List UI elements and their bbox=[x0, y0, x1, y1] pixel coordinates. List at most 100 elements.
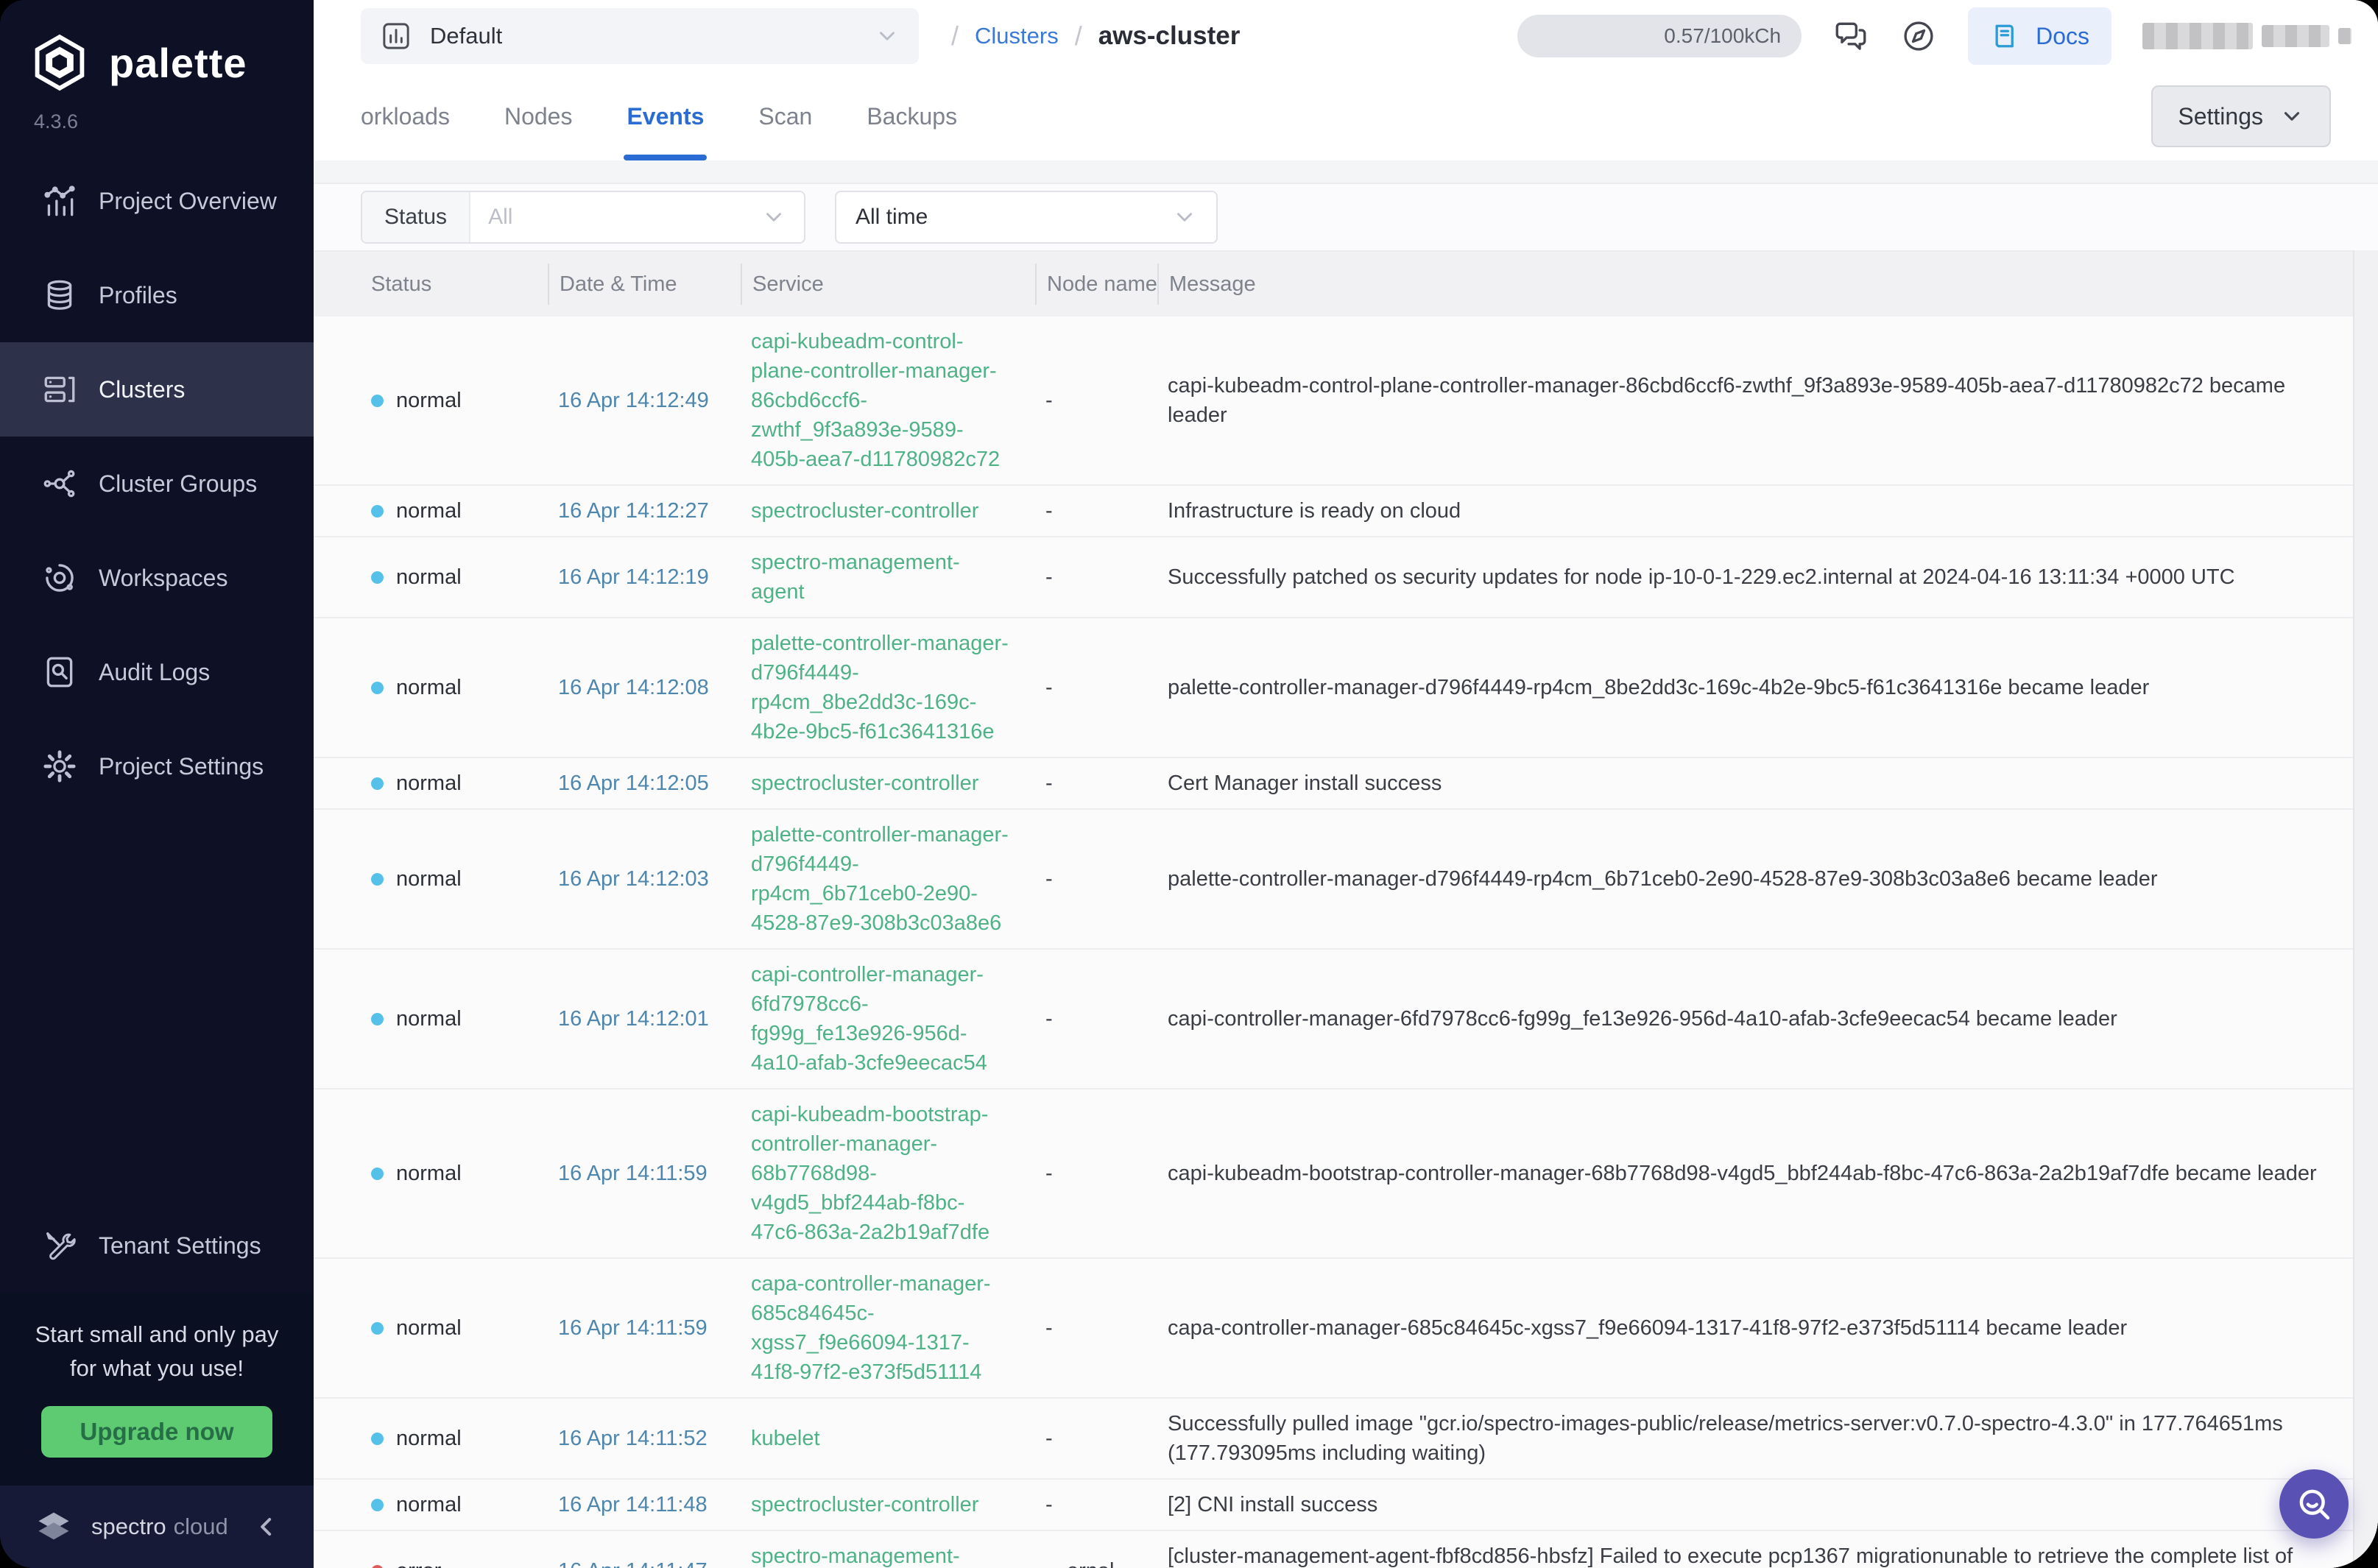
audit-logs-icon bbox=[41, 654, 78, 691]
project-selector[interactable]: Default bbox=[361, 8, 919, 64]
chevron-down-icon bbox=[761, 205, 786, 230]
sidebar-item-profiles[interactable]: Profiles bbox=[0, 248, 314, 342]
status-filter[interactable]: Status All bbox=[361, 191, 805, 244]
message-cell: capi-controller-manager-6fd7978cc6-fg99g… bbox=[1157, 1004, 2331, 1034]
table-row: normal16 Apr 14:11:59capa-controller-man… bbox=[314, 1259, 2378, 1399]
status-dot-icon bbox=[371, 395, 384, 407]
message-cell: Infrastructure is ready on cloud bbox=[1157, 496, 2331, 526]
status-dot-icon bbox=[371, 1013, 384, 1025]
cluster-groups-icon bbox=[41, 465, 78, 502]
column-header-status: Status bbox=[361, 264, 548, 305]
service-link[interactable]: spectro-management-agent bbox=[741, 1541, 1035, 1568]
sidebar-item-project-overview[interactable]: Project Overview bbox=[0, 154, 314, 248]
breadcrumb-link-clusters[interactable]: Clusters bbox=[975, 23, 1059, 49]
service-link[interactable]: capi-kubeadm-control-plane-controller-ma… bbox=[741, 327, 1035, 474]
service-link[interactable]: spectrocluster-controller bbox=[741, 496, 1035, 526]
palette-logo-icon bbox=[29, 32, 90, 93]
table-row: normal16 Apr 14:11:59capi-kubeadm-bootst… bbox=[314, 1090, 2378, 1259]
sidebar-item-tenant-settings[interactable]: Tenant Settings bbox=[0, 1198, 314, 1293]
table-row: normal16 Apr 14:12:27spectrocluster-cont… bbox=[314, 486, 2378, 537]
sidebar-item-project-settings[interactable]: Project Settings bbox=[0, 719, 314, 813]
tab-backups[interactable]: Backups bbox=[867, 72, 957, 160]
sidebar-item-workspaces[interactable]: Workspaces bbox=[0, 531, 314, 625]
status-label: normal bbox=[396, 673, 462, 702]
node-name-cell: - bbox=[1035, 1490, 1157, 1519]
service-link[interactable]: capa-controller-manager-685c84645c-xgss7… bbox=[741, 1269, 1035, 1387]
service-link[interactable]: capi-controller-manager-6fd7978cc6-fg99g… bbox=[741, 960, 1035, 1078]
footer-brand: spectrocloud bbox=[91, 1514, 228, 1540]
status-dot-icon bbox=[371, 571, 384, 584]
compass-icon[interactable] bbox=[1900, 18, 1937, 54]
sidebar-item-label: Project Overview bbox=[99, 188, 277, 215]
service-link[interactable]: palette-controller-manager-d796f4449-rp4… bbox=[741, 820, 1035, 938]
sidebar: palette 4.3.6 Project OverviewProfilesCl… bbox=[0, 0, 314, 1568]
tab-nodes[interactable]: Nodes bbox=[504, 72, 573, 160]
sidebar-item-clusters[interactable]: Clusters bbox=[0, 342, 314, 437]
status-cell: normal bbox=[361, 562, 548, 592]
node-name-cell: - bbox=[1035, 1004, 1157, 1034]
breadcrumb-current: aws-cluster bbox=[1098, 21, 1241, 51]
table-row: normal16 Apr 14:12:05spectrocluster-cont… bbox=[314, 758, 2378, 810]
user-menu[interactable] bbox=[2142, 23, 2351, 49]
tools-icon bbox=[41, 1227, 78, 1264]
date-cell: 16 Apr 14:11:59 bbox=[548, 1159, 741, 1188]
status-dot-icon bbox=[371, 777, 384, 790]
tab-orkloads[interactable]: orkloads bbox=[361, 72, 450, 160]
status-dot-icon bbox=[371, 505, 384, 518]
node-name-cell: - bbox=[1035, 386, 1157, 415]
service-link[interactable]: kubelet bbox=[741, 1424, 1035, 1453]
node-name-cell: - bbox=[1035, 1159, 1157, 1188]
status-label: normal bbox=[396, 1313, 462, 1343]
breadcrumb-separator: / bbox=[951, 21, 959, 52]
tab-events[interactable]: Events bbox=[627, 72, 704, 160]
date-cell: 16 Apr 14:12:03 bbox=[548, 864, 741, 894]
usage-badge: 0.57/100kCh bbox=[1517, 15, 1802, 57]
sidebar-item-cluster-groups[interactable]: Cluster Groups bbox=[0, 437, 314, 531]
status-cell: normal bbox=[361, 769, 548, 798]
sidebar-nav: Project Overview ProfilesClusters Cluster … bbox=[0, 154, 314, 813]
date-cell: 16 Apr 14:12:05 bbox=[548, 769, 741, 798]
sidebar-item-label: Cluster Groups bbox=[99, 470, 257, 498]
service-link[interactable]: spectrocluster-controller bbox=[741, 769, 1035, 798]
time-range-filter[interactable]: All time bbox=[835, 191, 1218, 244]
service-link[interactable]: spectro-management-agent bbox=[741, 548, 1035, 607]
sidebar-item-audit-logs[interactable]: Audit Logs bbox=[0, 625, 314, 719]
scrollbar-track[interactable] bbox=[2353, 250, 2378, 1568]
status-label: normal bbox=[396, 1490, 462, 1519]
message-cell: Successfully pulled image "gcr.io/spectr… bbox=[1157, 1409, 2331, 1468]
settings-button[interactable]: Settings bbox=[2151, 85, 2331, 147]
chat-icon[interactable] bbox=[1832, 18, 1869, 54]
table-row: normal16 Apr 14:11:48spectrocluster-cont… bbox=[314, 1480, 2378, 1531]
events-table-body: normal 16 Apr 14:12:49capi-kubeadm-contro… bbox=[314, 317, 2378, 1568]
service-link[interactable]: palette-controller-manager-d796f4449-rp4… bbox=[741, 629, 1035, 746]
service-link[interactable]: capi-kubeadm-bootstrap-controller-manage… bbox=[741, 1100, 1035, 1247]
date-cell: 16 Apr 14:12:01 bbox=[548, 1004, 741, 1034]
tab-scan[interactable]: Scan bbox=[758, 72, 812, 160]
table-row: normal16 Apr 14:12:01capi-controller-man… bbox=[314, 950, 2378, 1090]
status-label: normal bbox=[396, 562, 462, 592]
table-row: error16 Apr 14:11:47spectro-management-a… bbox=[314, 1531, 2378, 1568]
redacted-username bbox=[2142, 23, 2253, 49]
message-cell: Successfully patched os security updates… bbox=[1157, 562, 2331, 592]
docs-button[interactable]: Docs bbox=[1968, 7, 2111, 65]
date-cell: 16 Apr 14:12:49 bbox=[548, 386, 741, 415]
support-search-fab[interactable] bbox=[2279, 1469, 2349, 1539]
collapse-sidebar-icon[interactable] bbox=[252, 1512, 281, 1541]
message-cell: palette-controller-manager-d796f4449-rp4… bbox=[1157, 864, 2331, 894]
table-row: normal16 Apr 14:11:52kubelet-Successfull… bbox=[314, 1399, 2378, 1480]
message-cell: capi-kubeadm-bootstrap-controller-manage… bbox=[1157, 1159, 2331, 1188]
tabs: orkloads Nodes Events Scan Backups bbox=[361, 72, 957, 160]
upgrade-now-button[interactable]: Upgrade now bbox=[41, 1406, 272, 1458]
table-row: normal16 Apr 14:12:49capi-kubeadm-contro… bbox=[314, 317, 2378, 486]
service-link[interactable]: spectrocluster-controller bbox=[741, 1490, 1035, 1519]
status-dot-icon bbox=[371, 1565, 384, 1568]
project-settings-icon bbox=[41, 748, 78, 785]
table-header: Status Date & Time Service Node name Mes… bbox=[314, 252, 2378, 317]
profiles-icon bbox=[41, 277, 78, 314]
status-cell: error bbox=[361, 1556, 548, 1568]
sidebar-item-label: Project Settings bbox=[99, 753, 264, 780]
spectro-cloud-logo-icon bbox=[32, 1505, 75, 1548]
status-label: normal bbox=[396, 1424, 462, 1453]
status-cell: normal bbox=[361, 1159, 548, 1188]
column-header-service: Service bbox=[741, 264, 1035, 305]
